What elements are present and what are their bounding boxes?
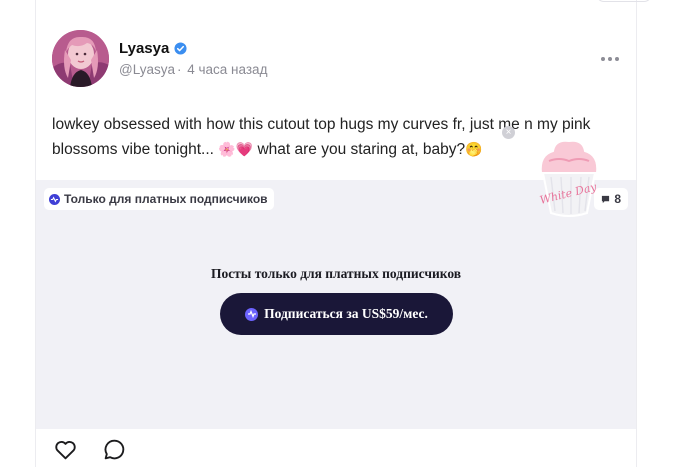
- more-icon[interactable]: [598, 52, 622, 66]
- locked-title: Посты только для платных подписчиков: [210, 266, 462, 281]
- heart-emoji: 💗: [235, 141, 254, 157]
- heart-icon[interactable]: [53, 437, 78, 462]
- verified-icon: [174, 42, 187, 55]
- post-meta: @Lyasya · 4 часа назад: [119, 62, 267, 77]
- badge-icon: [49, 193, 60, 205]
- comment-count: 8: [614, 192, 621, 206]
- subscribe-button[interactable]: Подписаться за US$59/мес.: [220, 293, 453, 335]
- paid-only-label: Только для платных подписчиков: [64, 192, 268, 206]
- avatar[interactable]: [52, 30, 109, 87]
- paid-only-badge: Только для платных подписчиков: [44, 188, 274, 210]
- sticker-close-button[interactable]: ×: [502, 126, 515, 139]
- post-time[interactable]: 4 часа назад: [187, 62, 267, 77]
- post-text-part2: what are you staring at, baby?: [253, 141, 466, 158]
- author-handle[interactable]: @Lyasya: [119, 62, 175, 77]
- cupcake-sticker[interactable]: White Day: [533, 127, 605, 231]
- top-pill-decoration: [596, 0, 652, 2]
- meta-separator: ·: [176, 62, 182, 77]
- author-row: Lyasya: [119, 40, 187, 57]
- blossom-emoji: 🌸: [218, 141, 236, 157]
- post-actions: [53, 437, 127, 462]
- author-name[interactable]: Lyasya: [119, 40, 169, 57]
- face-emoji: 🤭: [465, 141, 483, 157]
- post-card: Lyasya @Lyasya · 4 часа назад lowkey obse…: [35, 0, 652, 467]
- subscribe-label: Подписаться за US$59/мес.: [264, 306, 428, 321]
- subscribe-icon: [245, 307, 259, 321]
- comment-bubble-icon[interactable]: [102, 437, 127, 462]
- post-header: Lyasya @Lyasya · 4 часа назад: [52, 30, 622, 88]
